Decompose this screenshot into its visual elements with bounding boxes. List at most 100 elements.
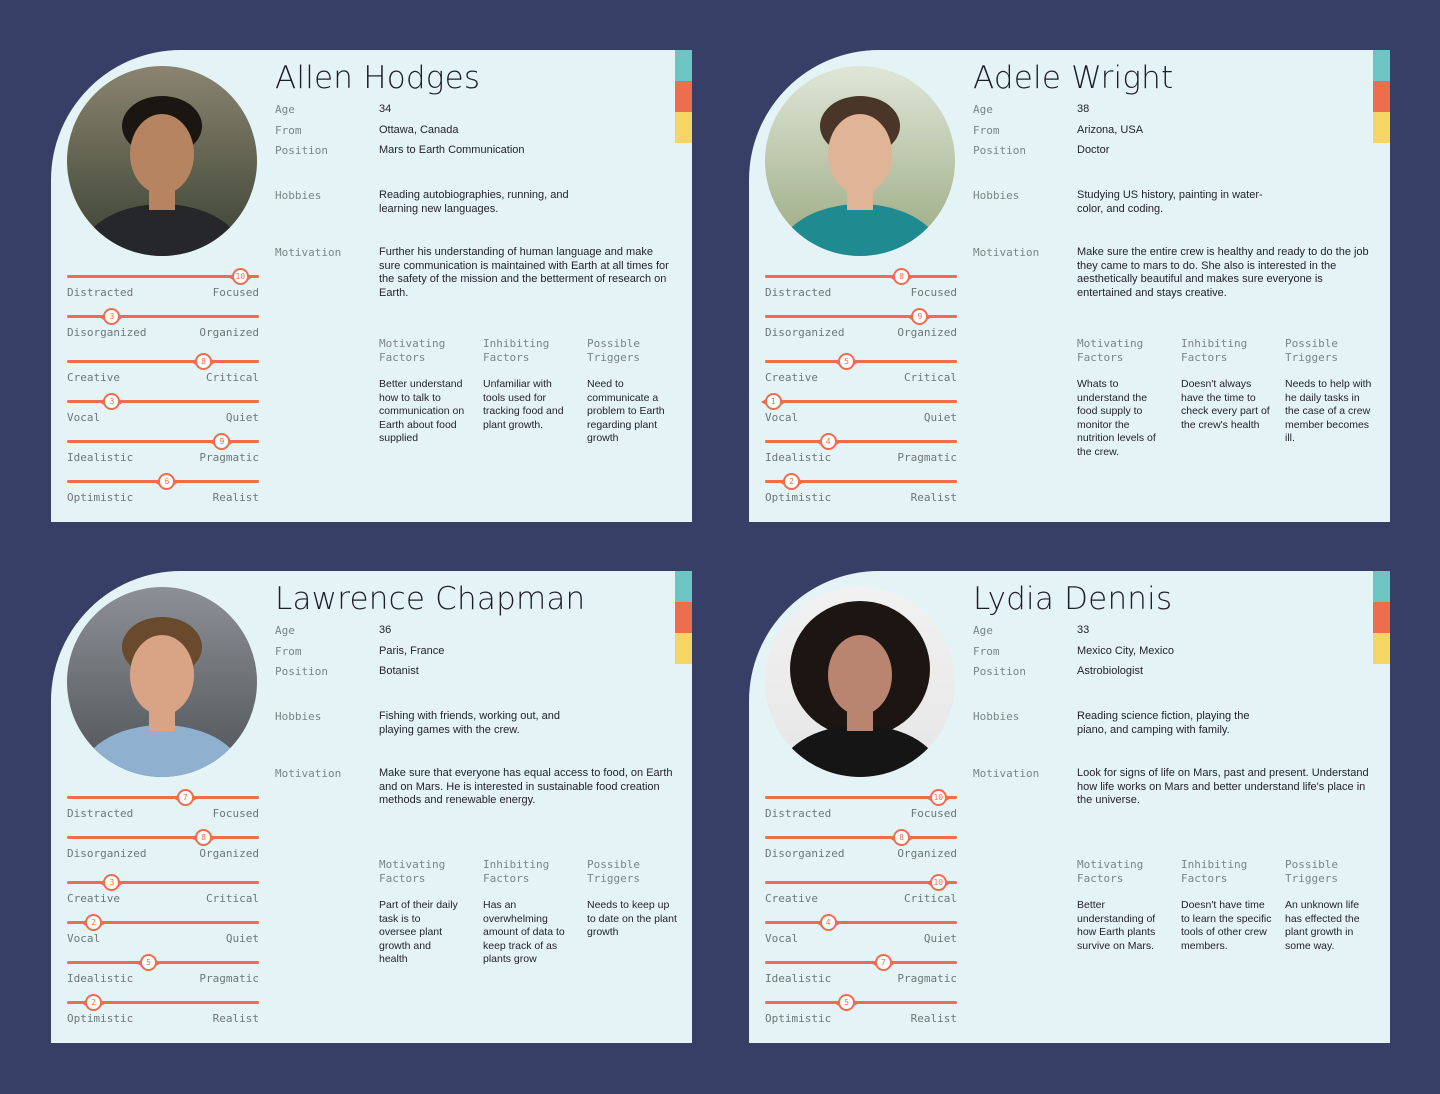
trait-slider-distracted[interactable]: 8 Distracted Focused bbox=[765, 268, 957, 309]
stripe-orange bbox=[1373, 602, 1390, 633]
trait-right-label: Organized bbox=[199, 847, 259, 860]
slider-knob[interactable]: 10 bbox=[925, 874, 951, 891]
heading-inhibiting-factors: Inhibiting Factors bbox=[483, 337, 550, 364]
slider-knob[interactable]: 10 bbox=[227, 268, 253, 285]
trait-slider-optimistic[interactable]: 6 Optimistic Realist bbox=[67, 473, 259, 514]
value-position: Astrobiologist bbox=[1077, 665, 1144, 677]
slider-track[interactable] bbox=[765, 440, 957, 443]
trait-slider-vocal[interactable]: 4 Vocal Quiet bbox=[765, 914, 957, 955]
slider-knob[interactable]: 5 bbox=[136, 954, 162, 971]
trait-slider-disorganized[interactable]: 8 Disorganized Organized bbox=[765, 829, 957, 870]
slider-knob[interactable]: 3 bbox=[99, 308, 125, 325]
trait-slider-distracted[interactable]: 10 Distracted Focused bbox=[67, 268, 259, 309]
slider-track[interactable] bbox=[67, 400, 259, 403]
color-stripes bbox=[675, 50, 692, 143]
slider-knob[interactable]: 9 bbox=[209, 433, 235, 450]
slider-knob[interactable]: 7 bbox=[870, 954, 896, 971]
trait-slider-optimistic[interactable]: 2 Optimistic Realist bbox=[765, 473, 957, 514]
slider-track[interactable] bbox=[67, 796, 259, 799]
trait-slider-distracted[interactable]: 7 Distracted Focused bbox=[67, 789, 259, 830]
slider-track[interactable] bbox=[67, 836, 259, 839]
trait-slider-creative[interactable]: 3 Creative Critical bbox=[67, 874, 259, 915]
value-inhibiting: Doesn't have time to learn the specific … bbox=[1181, 899, 1272, 952]
heading-possible-triggers: Possible Triggers bbox=[587, 858, 640, 885]
slider-knob[interactable]: 8 bbox=[191, 353, 217, 370]
slider-knob[interactable]: 5 bbox=[834, 353, 860, 370]
slider-knob[interactable]: 8 bbox=[889, 829, 915, 846]
trait-slider-vocal[interactable]: 2 Vocal Quiet bbox=[67, 914, 259, 955]
persona-name: Allen Hodges bbox=[275, 60, 481, 96]
trait-slider-idealistic[interactable]: 5 Idealistic Pragmatic bbox=[67, 954, 259, 995]
slider-knob[interactable]: 6 bbox=[154, 473, 180, 490]
slider-track[interactable] bbox=[765, 400, 957, 403]
label-age: Age bbox=[275, 624, 295, 637]
trait-slider-vocal[interactable]: 1 Vocal Quiet bbox=[760, 393, 957, 434]
trait-right-label: Critical bbox=[904, 892, 957, 905]
trait-slider-disorganized[interactable]: 3 Disorganized Organized bbox=[67, 308, 259, 349]
value-hobbies: Studying US history, painting in water-c… bbox=[1077, 189, 1263, 215]
slider-knob[interactable]: 10 bbox=[925, 789, 951, 806]
slider-knob[interactable]: 8 bbox=[191, 829, 217, 846]
slider-knob[interactable]: 2 bbox=[779, 473, 805, 490]
trait-left-label: Disorganized bbox=[765, 847, 845, 860]
slider-knob[interactable]: 3 bbox=[99, 874, 125, 891]
stripe-yellow bbox=[675, 112, 692, 143]
slider-knob[interactable]: 1 bbox=[760, 393, 786, 410]
slider-knob[interactable]: 2 bbox=[81, 914, 107, 931]
slider-knob[interactable]: 8 bbox=[889, 268, 915, 285]
trait-right-label: Organized bbox=[897, 847, 957, 860]
trait-right-label: Critical bbox=[206, 371, 259, 384]
trait-right-label: Realist bbox=[212, 1012, 259, 1025]
value-triggers: Need to communicate a problem to Earth r… bbox=[587, 378, 665, 444]
trait-slider-creative[interactable]: 5 Creative Critical bbox=[765, 353, 957, 394]
trait-right-label: Realist bbox=[910, 1012, 957, 1025]
trait-slider-disorganized[interactable]: 9 Disorganized Organized bbox=[765, 308, 957, 349]
slider-knob[interactable]: 3 bbox=[99, 393, 125, 410]
label-from: From bbox=[973, 645, 1000, 658]
persona-photo bbox=[765, 587, 955, 777]
slider-knob[interactable]: 2 bbox=[81, 994, 107, 1011]
slider-track[interactable] bbox=[67, 315, 259, 318]
value-from: Arizona, USA bbox=[1077, 124, 1144, 136]
trait-slider-vocal[interactable]: 3 Vocal Quiet bbox=[67, 393, 259, 434]
slider-knob[interactable]: 9 bbox=[907, 308, 933, 325]
slider-track[interactable] bbox=[765, 961, 957, 964]
persona-name: Lawrence Chapman bbox=[275, 581, 586, 617]
slider-knob[interactable]: 7 bbox=[172, 789, 198, 806]
trait-slider-idealistic[interactable]: 4 Idealistic Pragmatic bbox=[765, 433, 957, 474]
label-from: From bbox=[275, 645, 302, 658]
label-position: Position bbox=[275, 144, 328, 157]
slider-track[interactable] bbox=[67, 360, 259, 363]
trait-slider-idealistic[interactable]: 7 Idealistic Pragmatic bbox=[765, 954, 957, 995]
slider-track[interactable] bbox=[765, 836, 957, 839]
slider-track[interactable] bbox=[765, 1001, 957, 1004]
slider-track[interactable] bbox=[765, 275, 957, 278]
label-hobbies: Hobbies bbox=[973, 189, 1020, 202]
value-age: 38 bbox=[1077, 103, 1090, 115]
value-hobbies: Reading autobiographies, running, and le… bbox=[379, 189, 569, 215]
slider-track[interactable] bbox=[67, 881, 259, 884]
label-age: Age bbox=[275, 103, 295, 116]
heading-inhibiting-factors: Inhibiting Factors bbox=[1181, 858, 1248, 885]
trait-left-label: Creative bbox=[67, 892, 120, 905]
trait-slider-idealistic[interactable]: 9 Idealistic Pragmatic bbox=[67, 433, 259, 474]
trait-right-label: Organized bbox=[897, 326, 957, 339]
stripe-yellow bbox=[1373, 112, 1390, 143]
trait-slider-disorganized[interactable]: 8 Disorganized Organized bbox=[67, 829, 259, 870]
trait-slider-optimistic[interactable]: 5 Optimistic Realist bbox=[765, 994, 957, 1035]
trait-slider-distracted[interactable]: 10 Distracted Focused bbox=[765, 789, 957, 830]
trait-slider-optimistic[interactable]: 2 Optimistic Realist bbox=[67, 994, 259, 1035]
slider-track[interactable] bbox=[765, 360, 957, 363]
slider-track[interactable] bbox=[765, 921, 957, 924]
slider-knob[interactable]: 4 bbox=[815, 433, 841, 450]
slider-track[interactable] bbox=[67, 961, 259, 964]
slider-knob[interactable]: 4 bbox=[815, 914, 841, 931]
label-age: Age bbox=[973, 624, 993, 637]
trait-right-label: Focused bbox=[212, 286, 259, 299]
trait-left-label: Creative bbox=[765, 892, 818, 905]
trait-slider-creative[interactable]: 10 Creative Critical bbox=[765, 874, 957, 915]
trait-slider-creative[interactable]: 8 Creative Critical bbox=[67, 353, 259, 394]
heading-possible-triggers: Possible Triggers bbox=[587, 337, 640, 364]
heading-possible-triggers: Possible Triggers bbox=[1285, 337, 1338, 364]
slider-knob[interactable]: 5 bbox=[834, 994, 860, 1011]
